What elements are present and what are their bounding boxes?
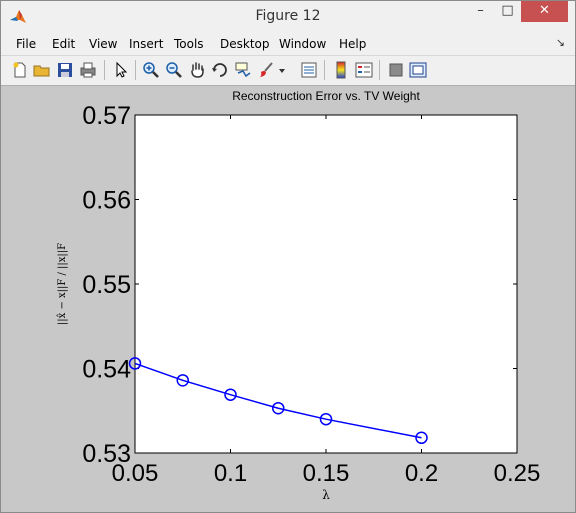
minimize-button[interactable]: – [467, 1, 494, 22]
zoom-in-icon[interactable] [142, 61, 160, 79]
x-axis-label: λ [322, 488, 330, 502]
y-tick-label: 0.53 [82, 440, 131, 468]
open-file-icon[interactable] [33, 61, 51, 79]
brush-dropdown-icon[interactable] [277, 61, 287, 79]
menu-view[interactable]: View [89, 37, 117, 51]
menu-insert[interactable]: Insert [129, 37, 163, 51]
y-axis-label: ||x̂ − x||F / ||x||F [57, 243, 68, 325]
maximize-button[interactable]: □ [494, 1, 521, 22]
close-button[interactable]: ✕ [521, 1, 568, 22]
colorbar-icon[interactable] [332, 61, 350, 79]
link-plot-icon[interactable] [300, 61, 318, 79]
menu-edit[interactable]: Edit [52, 37, 75, 51]
x-tick-label: 0.15 [303, 460, 350, 487]
print-icon[interactable] [79, 61, 97, 79]
show-plot-tools-icon[interactable] [409, 61, 427, 79]
x-tick-label: 0.2 [405, 460, 438, 487]
axes-box[interactable] [134, 114, 518, 454]
figure-canvas[interactable]: Reconstruction Error vs. TV Weight λ ||x… [1, 85, 575, 513]
dock-arrow-icon[interactable]: ↘ [556, 36, 565, 49]
hide-plot-tools-icon[interactable] [387, 61, 405, 79]
brush-icon[interactable] [257, 61, 275, 79]
rotate-3d-icon[interactable] [211, 61, 229, 79]
menu-file[interactable]: File [16, 37, 36, 51]
menu-window[interactable]: Window [279, 37, 326, 51]
toolbar-separator [104, 60, 105, 80]
chart-title: Reconstruction Error vs. TV Weight [232, 89, 420, 103]
menu-help[interactable]: Help [339, 37, 366, 51]
new-figure-icon[interactable] [11, 61, 29, 79]
y-tick-label: 0.55 [82, 271, 131, 299]
figure-toolbar [1, 55, 575, 86]
y-tick-label: 0.57 [82, 102, 131, 130]
pan-hand-icon[interactable] [188, 61, 206, 79]
data-cursor-icon[interactable] [234, 61, 252, 79]
save-icon[interactable] [56, 61, 74, 79]
x-tick-label: 0.1 [214, 460, 247, 487]
menu-desktop[interactable]: Desktop [220, 37, 270, 51]
menu-bar: File Edit View Insert Tools Desktop Wind… [1, 32, 575, 55]
menu-tools[interactable]: Tools [174, 37, 204, 51]
x-tick-label: 0.25 [494, 460, 541, 487]
y-tick-label: 0.54 [82, 356, 131, 384]
legend-icon[interactable] [355, 61, 373, 79]
zoom-out-icon[interactable] [165, 61, 183, 79]
toolbar-separator [135, 60, 136, 80]
edit-plot-arrow-icon[interactable] [112, 61, 130, 79]
title-bar[interactable]: Figure 12 – □ ✕ [1, 1, 575, 32]
y-tick-label: 0.56 [82, 187, 131, 215]
figure-window: Figure 12 – □ ✕ File Edit View Insert To… [0, 0, 576, 513]
toolbar-separator [379, 60, 380, 80]
toolbar-separator [324, 60, 325, 80]
